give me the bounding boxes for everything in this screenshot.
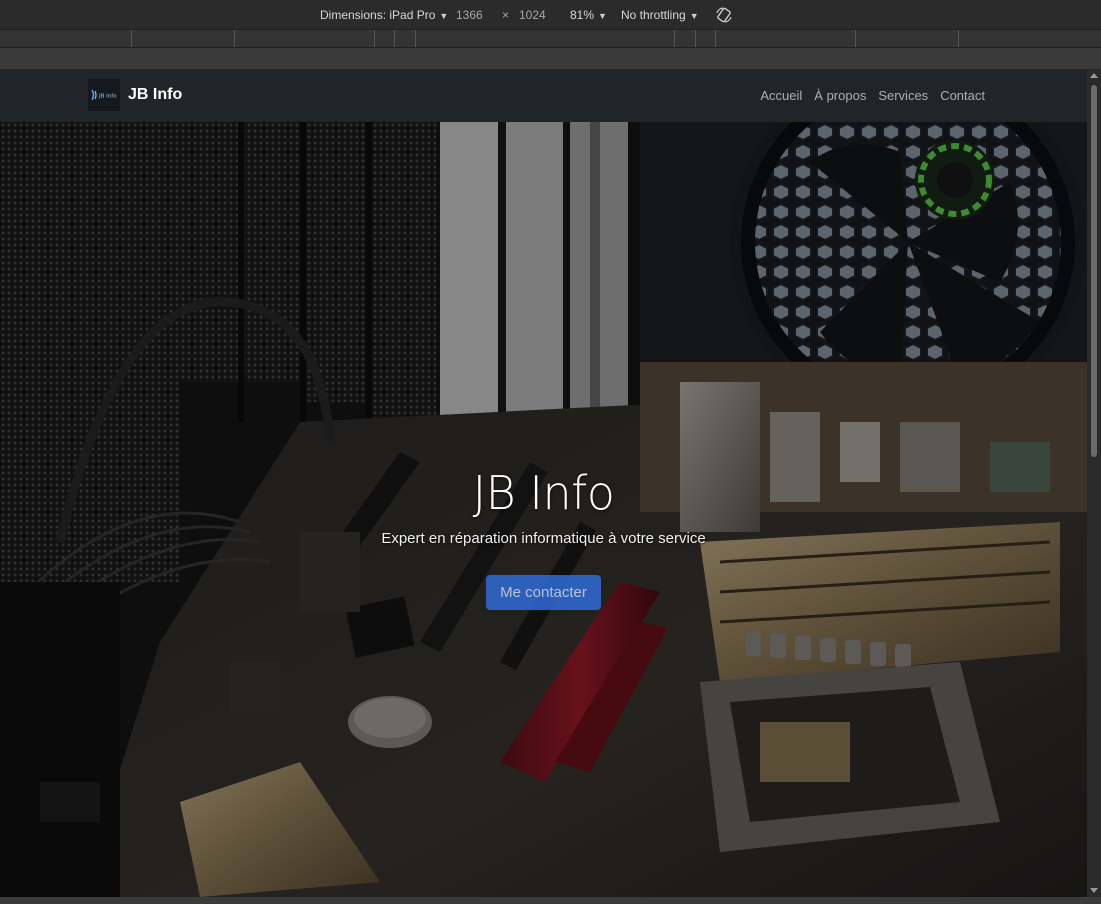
brand-logo: JB Info xyxy=(88,79,120,111)
navbar: JB Info JB Info Accueil À propos Service… xyxy=(0,69,1087,122)
throttling-dropdown[interactable]: No throttling ▼ xyxy=(621,8,699,22)
device-frame-gap xyxy=(0,48,1101,69)
devtools-device-toolbar: Dimensions: iPad Pro ▼ 1366 × 1024 81% ▼ N… xyxy=(0,0,1101,30)
scrollbar-thumb[interactable] xyxy=(1091,85,1097,457)
brand-link[interactable]: JB Info JB Info xyxy=(88,79,182,111)
zoom-dropdown[interactable]: 81% ▼ xyxy=(570,8,607,22)
device-dimensions-label: Dimensions: iPad Pro xyxy=(320,8,436,22)
chevron-down-icon: ▼ xyxy=(689,11,699,21)
brand-name: JB Info xyxy=(128,86,183,103)
nav-link-contact[interactable]: Contact xyxy=(940,88,985,103)
device-dimensions-dropdown[interactable]: Dimensions: iPad Pro ▼ xyxy=(320,8,448,22)
scroll-down-icon[interactable] xyxy=(1090,888,1098,893)
hero-content: JB Info Expert en réparation informatiqu… xyxy=(0,466,1087,610)
hero-subtitle: Expert en réparation informatique à votr… xyxy=(381,530,706,547)
scroll-up-icon[interactable] xyxy=(1090,73,1098,78)
nav-link-services[interactable]: Services xyxy=(878,88,928,103)
rotate-icon[interactable] xyxy=(715,6,733,24)
hero-section: JB Info Expert en réparation informatiqu… xyxy=(0,122,1087,897)
nav-link-accueil[interactable]: Accueil xyxy=(760,88,802,103)
nav-link-a-propos[interactable]: À propos xyxy=(814,88,866,103)
device-width-input[interactable]: 1366 xyxy=(456,8,483,22)
page-scrollbar[interactable] xyxy=(1087,69,1101,897)
dimension-separator: × xyxy=(502,8,510,22)
nav-links: Accueil À propos Services Contact xyxy=(760,88,985,103)
contact-button[interactable]: Me contacter xyxy=(486,575,601,610)
zoom-label: 81% xyxy=(570,8,595,22)
device-height-input[interactable]: 1024 xyxy=(519,8,546,22)
page-viewport: JB Info JB Info Accueil À propos Service… xyxy=(0,69,1087,897)
device-frame-bottom xyxy=(0,897,1101,904)
chevron-down-icon: ▼ xyxy=(598,11,607,21)
media-query-ruler xyxy=(0,30,1101,48)
chevron-down-icon: ▼ xyxy=(439,11,449,21)
svg-text:JB Info: JB Info xyxy=(98,94,117,100)
hero-title: JB Info xyxy=(472,466,615,520)
throttling-label: No throttling xyxy=(621,8,686,22)
